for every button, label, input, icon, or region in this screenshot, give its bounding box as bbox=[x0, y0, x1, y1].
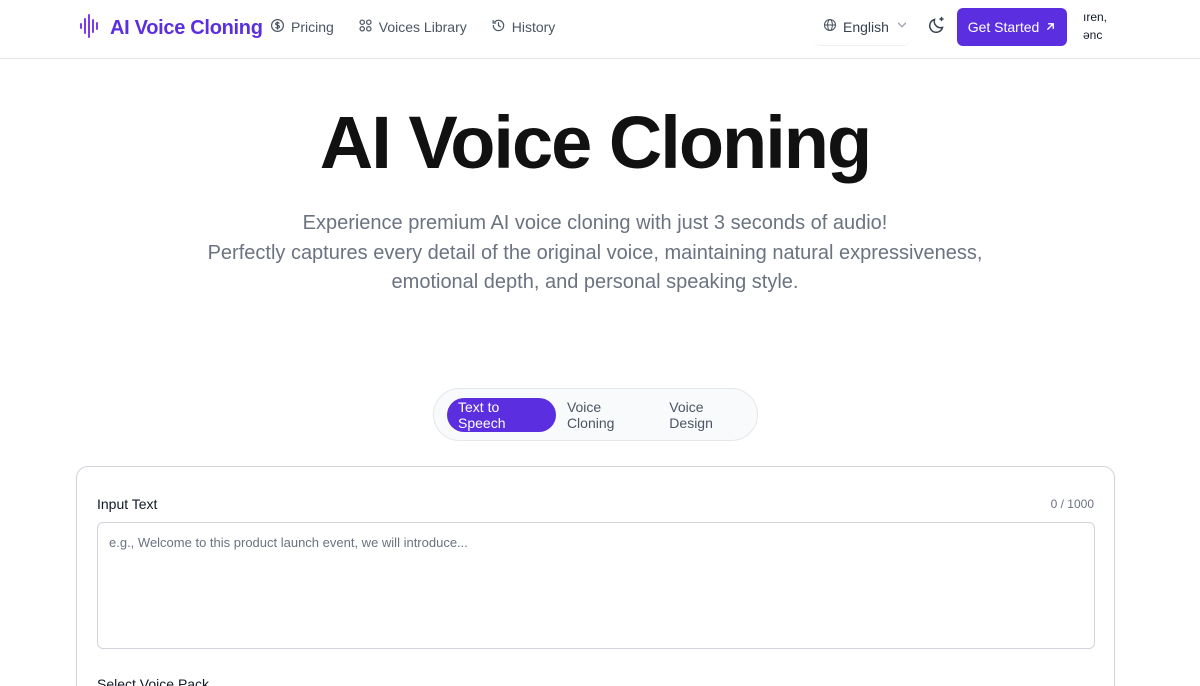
main-nav: Pricing Voices Library History bbox=[270, 18, 555, 36]
language-select[interactable]: English bbox=[813, 8, 911, 46]
hero-subtitle: Experience premium AI voice cloning with… bbox=[0, 209, 1190, 298]
nav-label-pricing: Pricing bbox=[291, 19, 334, 35]
tab-voice-cloning[interactable]: Voice Cloning bbox=[556, 398, 658, 432]
dollar-circle-icon bbox=[270, 18, 285, 36]
user-menu-text[interactable]: ıren, ənc bbox=[1083, 8, 1113, 44]
brand-logo-link[interactable]: AI Voice Cloning bbox=[79, 14, 263, 43]
nav-item-voices-library[interactable]: Voices Library bbox=[358, 18, 467, 36]
select-voice-pack-label: Select Voice Pack bbox=[97, 676, 210, 686]
tab-text-to-speech[interactable]: Text to Speech bbox=[447, 397, 556, 432]
language-label: English bbox=[843, 18, 889, 35]
moon-icon bbox=[927, 15, 947, 40]
waveform-icon bbox=[79, 14, 101, 43]
character-counter: 0 / 1000 bbox=[1050, 497, 1094, 511]
nav-item-pricing[interactable]: Pricing bbox=[270, 18, 334, 36]
nav-item-history[interactable]: History bbox=[491, 18, 556, 36]
user-snippet-line: ıren, bbox=[1083, 10, 1108, 24]
globe-icon bbox=[823, 18, 837, 35]
nav-label-history: History bbox=[511, 19, 556, 35]
history-icon bbox=[491, 18, 506, 36]
hero-title: AI Voice Cloning bbox=[319, 101, 872, 184]
user-snippet-line: ənc bbox=[1083, 28, 1103, 42]
hero-subtitle-line: emotional depth, and personal speaking s… bbox=[391, 271, 799, 293]
chevron-down-icon bbox=[895, 18, 909, 35]
brand-name: AI Voice Cloning bbox=[110, 17, 263, 39]
hero-subtitle-line: Experience premium AI voice cloning with… bbox=[302, 212, 888, 234]
hero-subtitle-line: Perfectly captures every detail of the o… bbox=[207, 241, 983, 264]
get-started-button[interactable]: Get Started bbox=[957, 8, 1067, 46]
grid-icon bbox=[358, 18, 373, 36]
input-text-label: Input Text bbox=[97, 496, 158, 512]
arrow-up-right-icon bbox=[1045, 19, 1056, 35]
tts-form-card: Input Text 0 / 1000 Select Voice Pack bbox=[76, 466, 1115, 686]
tab-voice-design[interactable]: Voice Design bbox=[658, 398, 757, 432]
top-header: AI Voice Cloning Pricing Voices Library … bbox=[0, 0, 1200, 59]
nav-label-voices-library: Voices Library bbox=[378, 19, 467, 35]
input-text-area[interactable] bbox=[97, 522, 1095, 649]
get-started-label: Get Started bbox=[967, 19, 1040, 35]
mode-tabs: Text to Speech Voice Cloning Voice Desig… bbox=[433, 388, 758, 441]
theme-toggle-button[interactable] bbox=[925, 15, 949, 39]
